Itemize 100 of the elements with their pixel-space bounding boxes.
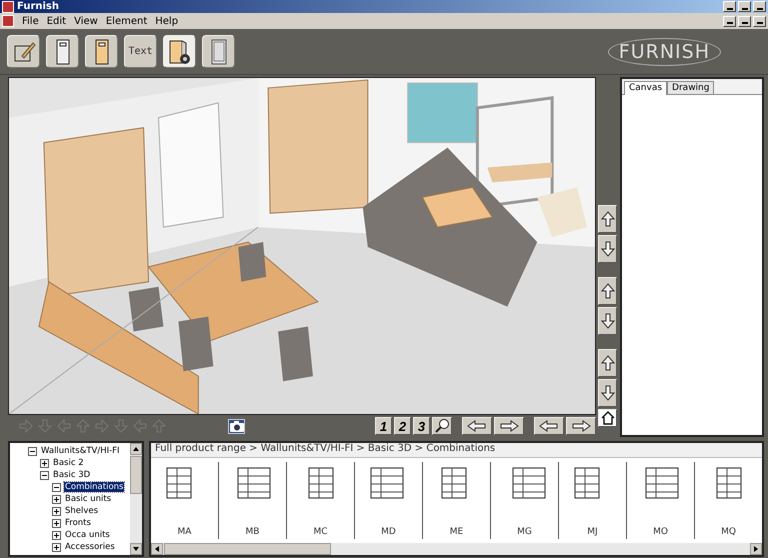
tree-item[interactable]: Basic 3D (52, 470, 92, 480)
toolbar-button[interactable] (46, 35, 79, 68)
left-arrow-icon (539, 420, 559, 432)
product-tile[interactable]: MC (287, 462, 355, 539)
home-button[interactable] (598, 409, 617, 427)
product-tile[interactable]: MA (151, 462, 219, 539)
product-tile[interactable]: MQ (695, 462, 762, 539)
tree-item[interactable]: Basic 2 (52, 458, 85, 468)
camera-button[interactable] (228, 418, 245, 434)
product-code: MO (653, 527, 668, 537)
view-number-button[interactable]: 3 (413, 417, 430, 435)
scroll-left-icon[interactable] (151, 543, 163, 555)
down-arrow-icon (600, 313, 614, 329)
tree-item[interactable]: Combinations (64, 482, 124, 492)
expander-icon[interactable] (52, 494, 61, 504)
up-arrow-button[interactable] (598, 205, 617, 233)
product-code: MA (178, 527, 192, 537)
tab[interactable]: Canvas (624, 81, 668, 95)
up-arrow-icon (600, 211, 614, 227)
app-icon (2, 15, 14, 27)
minimize-button[interactable] (723, 1, 736, 12)
tree-item[interactable]: Occa units (64, 530, 111, 540)
scroll-up-icon[interactable] (130, 443, 142, 455)
cabinet-icon (94, 38, 110, 64)
scroll-thumb[interactable] (164, 543, 331, 555)
product-tile[interactable]: MO (627, 462, 695, 539)
left-arrow-button[interactable] (462, 417, 492, 435)
down-arrow-button[interactable] (598, 307, 617, 335)
tree-item[interactable]: Accessories (64, 542, 116, 552)
product-tile[interactable]: MJ (559, 462, 627, 539)
product-code: MB (246, 527, 260, 537)
product-tile[interactable]: MB (219, 462, 287, 539)
restore-button[interactable] (738, 16, 751, 26)
app-icon (2, 0, 14, 12)
up-arrow-button[interactable] (598, 349, 617, 377)
up-arrow-icon (600, 355, 614, 371)
expander-icon[interactable] (52, 530, 61, 540)
tree-item[interactable]: Basic units (64, 494, 112, 504)
camera-icon (229, 420, 244, 432)
toolbar-button[interactable] (202, 35, 235, 68)
close-button[interactable] (753, 16, 766, 26)
down-arrow-button[interactable] (598, 379, 617, 407)
scrollbar[interactable] (151, 543, 762, 555)
expander-icon[interactable] (52, 542, 61, 552)
menu-item[interactable]: View (74, 16, 98, 26)
restore-button[interactable] (738, 1, 751, 12)
zoom-button[interactable] (432, 417, 452, 435)
expander-icon[interactable] (52, 518, 61, 528)
toolbar-button[interactable]: Text (124, 35, 157, 68)
arrow-icon (132, 419, 148, 433)
door-icon (54, 38, 70, 64)
arrow-icon (75, 419, 91, 433)
menu-item[interactable]: Edit (46, 16, 66, 26)
right-arrow-icon (499, 420, 519, 432)
product-code: MJ (587, 527, 598, 537)
product-tile[interactable]: MD (355, 462, 423, 539)
window-title: Furnish (17, 1, 60, 12)
scrollbar[interactable] (130, 443, 142, 555)
minimize-button[interactable] (723, 16, 736, 26)
cabinet-with-gear-icon (166, 38, 192, 66)
product-code: MC (313, 527, 328, 537)
expander-icon[interactable] (40, 458, 49, 468)
arrow-icon (37, 419, 53, 433)
calculator-icon (210, 38, 228, 64)
product-tile[interactable]: MG (491, 462, 559, 539)
view-number-button[interactable]: 2 (394, 417, 411, 435)
down-arrow-button[interactable] (598, 235, 617, 263)
up-arrow-icon (600, 283, 614, 299)
arrow-icon (18, 419, 34, 433)
breadcrumb: Full product range > Wallunits&TV/HI-FI > Basic 3D > Combinations (151, 443, 762, 458)
menu-item[interactable]: Element (106, 16, 148, 26)
close-button[interactable] (753, 1, 766, 12)
tree-item[interactable]: Wallunits&TV/HI-FI (40, 446, 121, 456)
scroll-down-icon[interactable] (130, 543, 142, 555)
toolbar-button[interactable] (85, 35, 118, 68)
rotate-right-button[interactable] (566, 417, 596, 435)
home-icon (600, 411, 614, 425)
menu-item[interactable]: File (22, 16, 39, 26)
scroll-right-icon[interactable] (750, 543, 762, 555)
product-code: ME (450, 527, 464, 537)
view-number-button[interactable]: 1 (375, 417, 392, 435)
expander-icon[interactable] (28, 446, 37, 456)
scroll-thumb[interactable] (130, 456, 142, 494)
expander-icon[interactable] (52, 482, 61, 492)
up-arrow-button[interactable] (598, 277, 617, 305)
tree-item[interactable]: Shelves (64, 506, 100, 516)
expander-icon[interactable] (40, 470, 49, 480)
pencil-icon (12, 40, 36, 64)
expander-icon[interactable] (52, 506, 61, 516)
tree-item[interactable]: Fronts (64, 518, 92, 528)
toolbar-button[interactable] (7, 35, 40, 68)
menu-item[interactable]: Help (155, 16, 178, 26)
product-tile[interactable]: ME (423, 462, 491, 539)
magnifier-icon (434, 418, 450, 434)
rotate-left-button[interactable] (534, 417, 564, 435)
toolbar-button[interactable] (163, 35, 196, 68)
right-arrow-button[interactable] (494, 417, 524, 435)
down-arrow-icon (600, 241, 614, 257)
tab[interactable]: Drawing (667, 81, 714, 94)
arrow-icon (56, 419, 72, 433)
